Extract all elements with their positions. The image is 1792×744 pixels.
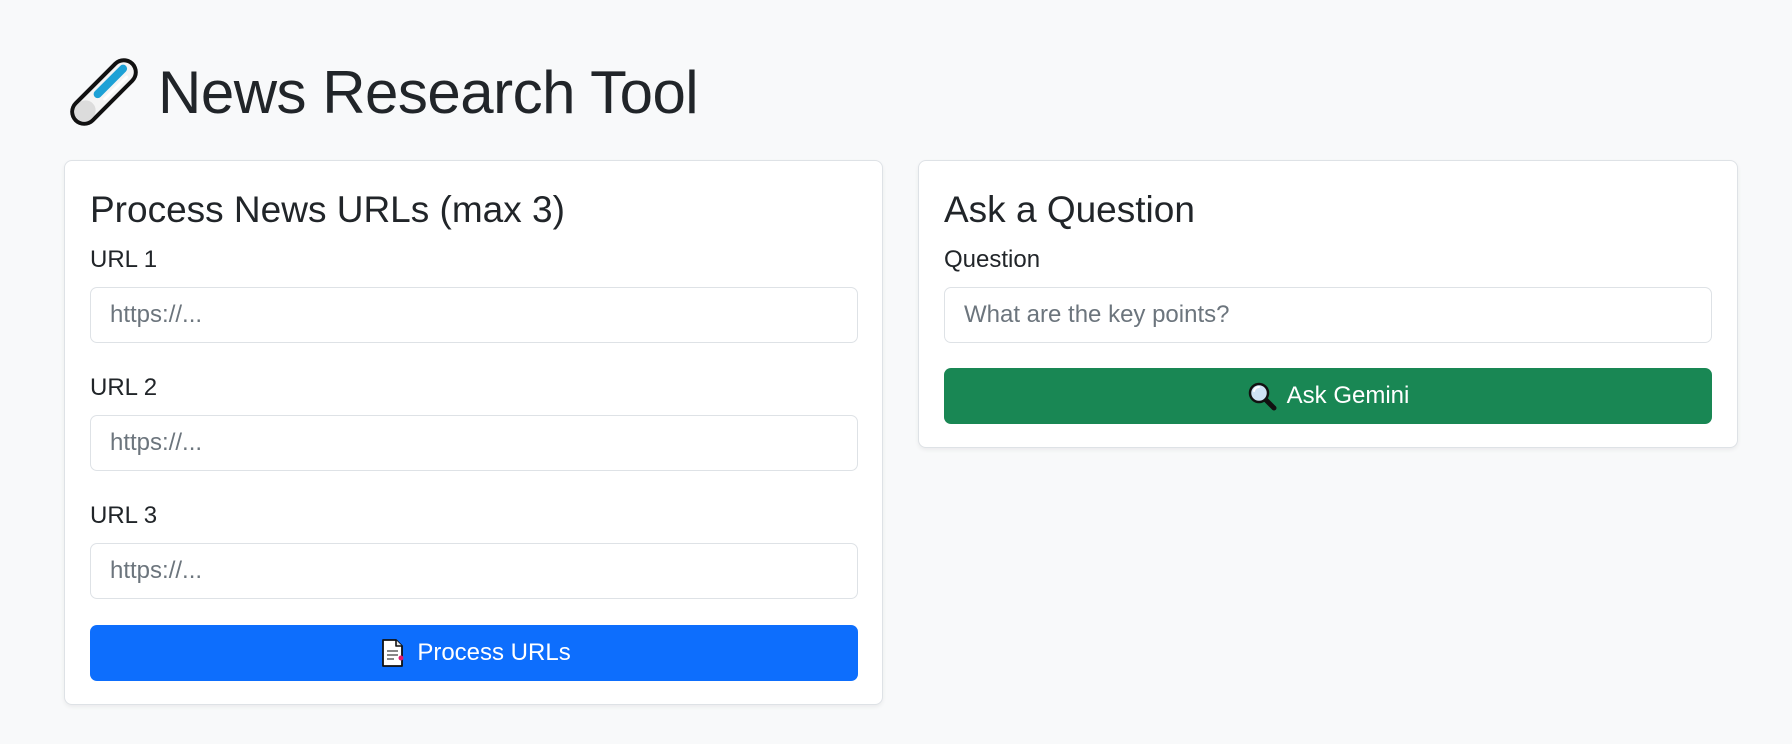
url-3-label: URL 3 [90, 502, 158, 529]
url-1-input[interactable] [90, 287, 858, 343]
page-icon [382, 639, 404, 667]
question-input[interactable] [944, 287, 1712, 343]
process-urls-label: Process URLs [417, 639, 571, 666]
process-urls-card: Process News URLs (max 3) URL 1 URL 2 UR… [64, 160, 883, 705]
ask-gemini-button[interactable]: Ask Gemini [944, 368, 1712, 424]
card-title: Process News URLs (max 3) [90, 189, 565, 230]
question-label: Question [944, 246, 1041, 273]
magnifier-icon [1248, 382, 1277, 411]
card-title: Ask a Question [944, 189, 1195, 230]
url-1-label: URL 1 [90, 246, 158, 273]
pencil-icon [70, 58, 138, 126]
url-3-input[interactable] [90, 543, 858, 599]
page-title: News Research Tool [158, 58, 699, 126]
page: News Research Tool Process News URLs (ma… [0, 0, 1792, 744]
ask-question-card: Ask a Question Question Ask Gemini [918, 160, 1738, 448]
url-2-input[interactable] [90, 415, 858, 471]
url-2-label: URL 2 [90, 374, 158, 401]
app-header: News Research Tool [64, 52, 699, 132]
process-urls-button[interactable]: Process URLs [90, 625, 858, 681]
ask-gemini-label: Ask Gemini [1286, 382, 1410, 409]
